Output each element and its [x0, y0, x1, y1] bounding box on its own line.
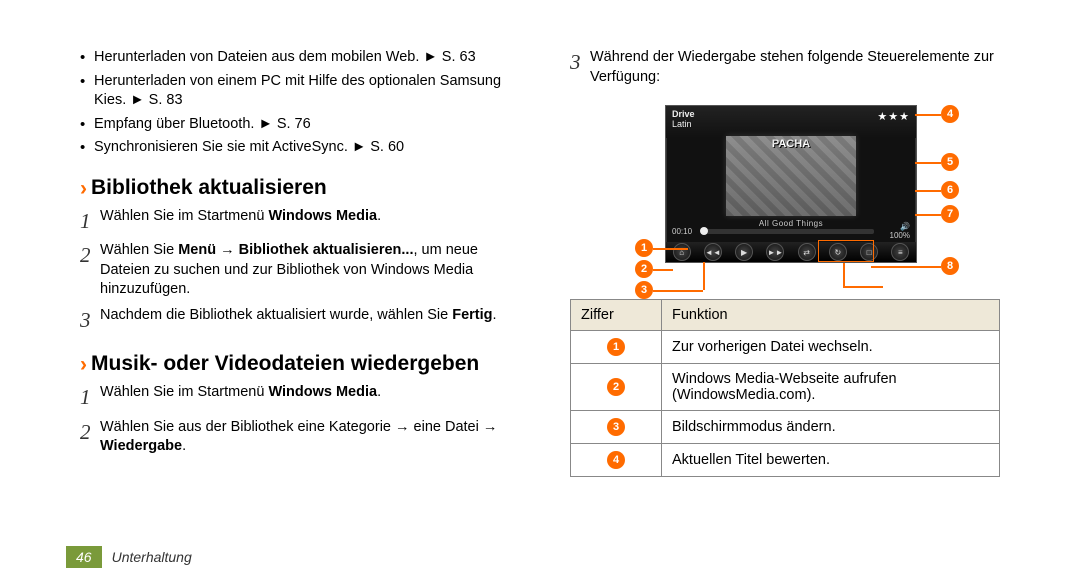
step: 1 Wählen Sie im Startmenü Windows Media. [80, 383, 520, 411]
function-cell: Bildschirmmodus ändern. [662, 411, 1000, 444]
callout-badge-7: 7 [941, 205, 959, 223]
callout-badge-1: 1 [635, 239, 653, 257]
step: 2 Wählen Sie aus der Bibliothek eine Kat… [80, 418, 520, 457]
step-body: Wählen Sie aus der Bibliothek eine Kateg… [100, 418, 520, 457]
page-number: 46 [66, 546, 102, 568]
star-rating-icon[interactable]: ★★★ [877, 111, 910, 123]
callout-leader [843, 263, 845, 287]
step-body: Nachdem die Bibliothek aktualisiert wurd… [100, 306, 520, 334]
heading-update-library: ›Bibliothek aktualisieren [80, 176, 520, 201]
callout-leader [653, 248, 688, 250]
bullet-item: Herunterladen von Dateien aus dem mobile… [80, 48, 520, 68]
bullet-item: Empfang über Bluetooth. ► S. 76 [80, 115, 520, 135]
callout-leader [843, 286, 883, 288]
section-name: Unterhaltung [112, 549, 192, 565]
shuffle-icon[interactable]: ⇄ [798, 243, 816, 261]
page-ref: S. 63 [442, 49, 476, 65]
page-ref: S. 76 [277, 116, 311, 132]
table-row: 2 Windows Media-Webseite aufrufen (Windo… [571, 364, 1000, 411]
step: 2 Wählen Sie Menü → Bibliothek aktualisi… [80, 241, 520, 300]
chevron-icon: › [80, 353, 87, 377]
callout-leader [915, 214, 941, 216]
bullet-text: Empfang über Bluetooth. ► [94, 116, 277, 132]
page-ref: S. 83 [149, 92, 183, 108]
track-artist-line: Latin [672, 120, 910, 130]
fullscreen-icon[interactable]: □ [860, 243, 878, 261]
bullet-text: Herunterladen von Dateien aus dem mobile… [94, 49, 442, 65]
step: 1 Wählen Sie im Startmenü Windows Media. [80, 207, 520, 235]
table-row: 3 Bildschirmmodus ändern. [571, 411, 1000, 444]
heading-play-files: ›Musik- oder Videodateien wiedergeben [80, 352, 520, 377]
callout-badge-3: 3 [635, 281, 653, 299]
next-track-icon[interactable]: ►► [766, 243, 784, 261]
callout-leader [653, 290, 703, 292]
callout-badge-8: 8 [941, 257, 959, 275]
step-number: 1 [80, 383, 100, 411]
progress-row: 00:10 100% [672, 222, 910, 240]
step-number: 1 [80, 207, 100, 235]
callout-leader [653, 269, 673, 271]
step: 3 Während der Wiedergabe stehen folgende… [570, 48, 1000, 87]
step-number: 2 [80, 418, 100, 457]
step: 3 Nachdem die Bibliothek aktualisiert wu… [80, 306, 520, 334]
callout-leader [703, 262, 705, 290]
track-title-line: Drive [672, 110, 910, 120]
step-body: Wählen Sie im Startmenü Windows Media. [100, 207, 520, 235]
step-body: Wählen Sie Menü → Bibliothek aktualisier… [100, 241, 520, 300]
table-row: 1 Zur vorherigen Datei wechseln. [571, 331, 1000, 364]
callout-badge-5: 5 [941, 153, 959, 171]
function-cell: Zur vorherigen Datei wechseln. [662, 331, 1000, 364]
step-body: Während der Wiedergabe stehen folgende S… [590, 48, 1000, 87]
album-brand: PACHA [730, 138, 852, 150]
callout-badge: 3 [607, 418, 625, 436]
progress-bar[interactable] [702, 229, 874, 234]
callout-badge-2: 2 [635, 260, 653, 278]
player-controls: ⌂ ◄◄ ▶ ►► ⇄ ↻ □ ≡ [666, 242, 916, 262]
bullet-text: Synchronisieren Sie sie mit ActiveSync. … [94, 139, 370, 155]
page-ref: S. 60 [370, 139, 404, 155]
bullet-item: Synchronisieren Sie sie mit ActiveSync. … [80, 138, 520, 158]
menu-icon[interactable]: ≡ [891, 243, 909, 261]
page-footer: 46 Unterhaltung [66, 546, 192, 568]
player-topbar: Drive Latin ★★★ [666, 106, 916, 138]
callout-badge-6: 6 [941, 181, 959, 199]
table-header-funktion: Funktion [662, 300, 1000, 331]
callout-badge: 1 [607, 338, 625, 356]
callout-badge: 2 [607, 378, 625, 396]
callout-leader [915, 114, 941, 116]
callout-leader [915, 162, 941, 164]
function-cell: Aktuellen Titel bewerten. [662, 444, 1000, 477]
callout-leader [871, 266, 941, 268]
callout-badge: 4 [607, 451, 625, 469]
bullet-item: Herunterladen von einem PC mit Hilfe des… [80, 72, 520, 111]
home-icon[interactable]: ⌂ [673, 243, 691, 261]
callout-leader [915, 190, 941, 192]
callout-badge-4: 4 [941, 105, 959, 123]
step-number: 3 [570, 48, 590, 87]
album-art: PACHA [726, 136, 856, 216]
function-cell: Windows Media-Webseite aufrufen (Windows… [662, 364, 1000, 411]
play-icon[interactable]: ▶ [735, 243, 753, 261]
step-body: Wählen Sie im Startmenü Windows Media. [100, 383, 520, 411]
step-number: 2 [80, 241, 100, 300]
elapsed-time: 00:10 [672, 227, 698, 236]
functions-table: Ziffer Funktion 1 Zur vorherigen Datei w… [570, 299, 1000, 477]
volume-label[interactable]: 100% [878, 222, 910, 240]
chevron-icon: › [80, 177, 87, 201]
repeat-icon[interactable]: ↻ [829, 243, 847, 261]
table-row: 4 Aktuellen Titel bewerten. [571, 444, 1000, 477]
player-screenshot-wrap: Drive Latin ★★★ PACHA All Good Things 00… [605, 97, 965, 287]
prev-track-icon[interactable]: ◄◄ [704, 243, 722, 261]
player-screenshot: Drive Latin ★★★ PACHA All Good Things 00… [665, 105, 917, 263]
table-header-ziffer: Ziffer [571, 300, 662, 331]
intro-bullets: Herunterladen von Dateien aus dem mobile… [80, 48, 520, 158]
step-number: 3 [80, 306, 100, 334]
